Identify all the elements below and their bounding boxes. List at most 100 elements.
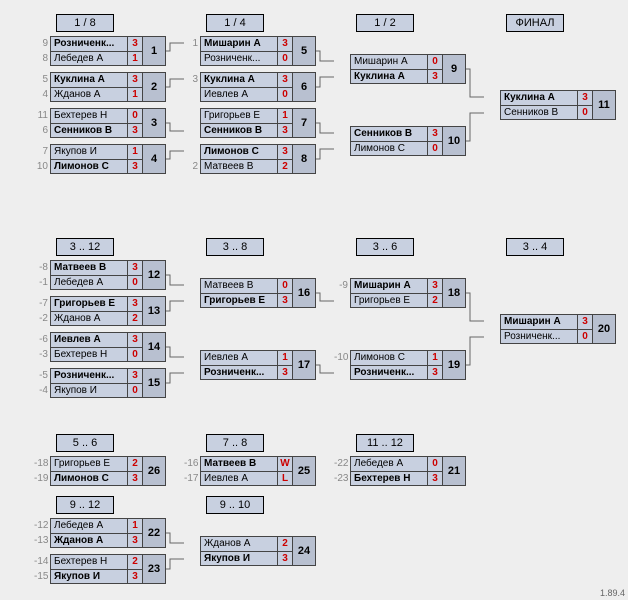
match-16: Матвеев В0Григорьев Е316 [184, 278, 316, 308]
seed: -15 [34, 569, 50, 584]
match-number: 3 [143, 108, 166, 138]
player-name: Жданов А [200, 536, 277, 551]
seed: 3 [184, 72, 200, 87]
player-score: 0 [577, 329, 593, 344]
player-score: 2 [277, 159, 293, 174]
player-name: Лимонов С [200, 144, 277, 159]
player-score: 1 [427, 350, 443, 365]
seed [184, 551, 200, 566]
player-name: Мишарин А [500, 314, 577, 329]
player-name: Иевлев А [50, 332, 127, 347]
player-name: Якупов И [50, 569, 127, 584]
player-name: Григорьев Е [50, 296, 127, 311]
seed [184, 293, 200, 308]
seed: 2 [184, 159, 200, 174]
match-7: Григорьев Е1Сенников В37 [184, 108, 316, 138]
player-name: Жданов А [50, 311, 127, 326]
match-13: -7Григорьев Е3-2Жданов А213 [34, 296, 166, 326]
player-name: Лебедев А [350, 456, 427, 471]
round-header: 3 .. 8 [206, 238, 264, 256]
player-name: Григорьев Е [200, 108, 277, 123]
player-score: 3 [427, 69, 443, 84]
player-score: 3 [277, 72, 293, 87]
match-3: 11Бехтерев Н06Сенников В33 [34, 108, 166, 138]
player-score: 3 [277, 144, 293, 159]
seed [184, 108, 200, 123]
player-name: Розниченк... [50, 368, 127, 383]
match-8: Лимонов С32Матвеев В28 [184, 144, 316, 174]
player-score: 3 [277, 365, 293, 380]
player-score: 3 [127, 471, 143, 486]
player-score: 2 [427, 293, 443, 308]
player-score: 2 [127, 456, 143, 471]
match-number: 18 [443, 278, 466, 308]
seed: -3 [34, 347, 50, 362]
player-name: Сенников В [350, 126, 427, 141]
seed [334, 54, 350, 69]
match-number: 1 [143, 36, 166, 66]
seed: -19 [34, 471, 50, 486]
player-score: 3 [127, 332, 143, 347]
player-name: Лебедев А [50, 51, 127, 66]
match-4: 7Якупов И110Лимонов С34 [34, 144, 166, 174]
player-score: 0 [127, 275, 143, 290]
player-score: 3 [127, 569, 143, 584]
seed: -17 [184, 471, 200, 486]
player-score: 0 [277, 51, 293, 66]
seed [184, 87, 200, 102]
player-score: 0 [427, 54, 443, 69]
match-number: 5 [293, 36, 316, 66]
match-26: -18Григорьев Е2-19Лимонов С326 [34, 456, 166, 486]
player-name: Куклина А [500, 90, 577, 105]
seed [334, 141, 350, 156]
round-header: 9 .. 10 [206, 496, 264, 514]
match-number: 10 [443, 126, 466, 156]
match-11: Куклина А3Сенников В011 [484, 90, 616, 120]
match-number: 20 [593, 314, 616, 344]
match-number: 16 [293, 278, 316, 308]
player-name: Жданов А [50, 87, 127, 102]
seed [184, 350, 200, 365]
match-17: Иевлев А1Розниченк...317 [184, 350, 316, 380]
seed: -12 [34, 518, 50, 533]
player-score: 0 [127, 347, 143, 362]
player-score: 1 [127, 87, 143, 102]
player-name: Розниченк... [50, 36, 127, 51]
match-25: -16Матвеев ВW-17Иевлев АL25 [184, 456, 316, 486]
seed [334, 126, 350, 141]
player-name: Матвеев В [200, 456, 277, 471]
player-score: 3 [127, 72, 143, 87]
player-score: 1 [127, 518, 143, 533]
player-score: 3 [127, 159, 143, 174]
seed: -22 [334, 456, 350, 471]
player-name: Куклина А [200, 72, 277, 87]
player-name: Григорьев Е [350, 293, 427, 308]
player-name: Якупов И [200, 551, 277, 566]
player-name: Сенников В [50, 123, 127, 138]
player-name: Григорьев Е [50, 456, 127, 471]
seed: 11 [34, 108, 50, 123]
player-score: 2 [127, 554, 143, 569]
seed [184, 144, 200, 159]
player-score: 3 [277, 293, 293, 308]
seed: -2 [34, 311, 50, 326]
player-name: Сенников В [200, 123, 277, 138]
player-name: Мишарин А [350, 54, 427, 69]
seed [334, 69, 350, 84]
seed: -13 [34, 533, 50, 548]
player-name: Бехтерев Н [350, 471, 427, 486]
player-name: Лимонов С [50, 159, 127, 174]
player-score: 0 [277, 278, 293, 293]
player-name: Лебедев А [50, 518, 127, 533]
player-name: Якупов И [50, 144, 127, 159]
player-name: Мишарин А [200, 36, 277, 51]
match-10: Сенников В3Лимонов С010 [334, 126, 466, 156]
match-number: 24 [293, 536, 316, 566]
seed: -18 [34, 456, 50, 471]
player-score: 0 [277, 87, 293, 102]
match-14: -6Иевлев А3-3Бехтерев Н014 [34, 332, 166, 362]
player-score: W [277, 456, 293, 471]
round-header: 3 .. 4 [506, 238, 564, 256]
match-23: -14Бехтерев Н2-15Якупов И323 [34, 554, 166, 584]
seed: -5 [34, 368, 50, 383]
